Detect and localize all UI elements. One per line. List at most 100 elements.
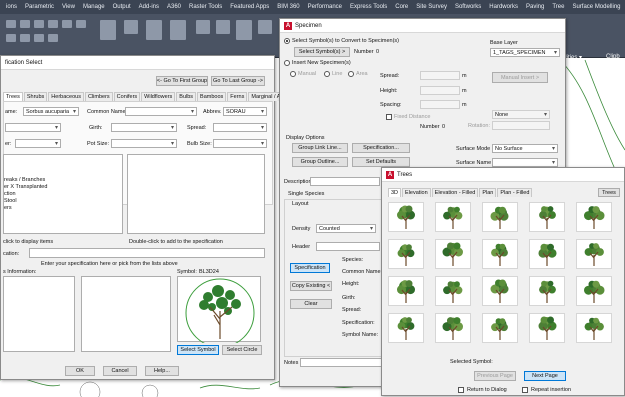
height-input[interactable] (420, 86, 460, 95)
tab-bamboos[interactable]: Bamboos (197, 92, 227, 101)
tool-icon[interactable] (20, 20, 30, 28)
name-select[interactable]: Sorbus aucuparia (23, 107, 79, 116)
surface-mode-select[interactable]: No Surface (492, 144, 558, 153)
next-page-button[interactable]: Next Page (524, 371, 566, 381)
tree-symbol-cell[interactable] (435, 202, 471, 232)
girth-select[interactable] (111, 123, 177, 132)
tab-plan[interactable]: Plan (479, 188, 497, 197)
tool-icon[interactable] (216, 20, 230, 34)
tree-symbol-cell[interactable] (529, 313, 565, 343)
attribute-list[interactable]: reaks / Branches er X Transplanted ction… (3, 154, 123, 234)
ribbon-tab[interactable]: Output (109, 4, 135, 10)
ribbon-tab[interactable]: Performance (304, 4, 346, 10)
tree-symbol-cell[interactable] (576, 239, 612, 269)
tool-icon[interactable] (76, 20, 86, 28)
repeat-insertion-checkbox[interactable] (522, 387, 528, 393)
tool-icon[interactable] (34, 34, 44, 42)
ribbon-tab[interactable]: Manage (79, 4, 109, 10)
manual-insert-button[interactable]: Manual Insert > (492, 72, 548, 83)
mode-area-radio[interactable] (348, 71, 354, 77)
spacing-input[interactable] (420, 100, 460, 109)
clear-button[interactable]: Clear (290, 299, 332, 309)
previous-page-button[interactable]: Previous Page (474, 371, 516, 381)
tool-icon[interactable] (124, 20, 138, 34)
list-item[interactable]: Stool (4, 198, 17, 204)
tree-symbol-cell[interactable] (388, 276, 424, 306)
insert-radio[interactable] (284, 60, 290, 66)
tree-symbol-cell[interactable] (435, 313, 471, 343)
text-tool-icon[interactable] (146, 20, 162, 40)
tab-trees[interactable]: Trees (3, 92, 23, 101)
mode-line-radio[interactable] (324, 71, 330, 77)
tab-wildflowers[interactable]: Wildflowers (141, 92, 176, 101)
ribbon-tab[interactable]: Core (391, 4, 412, 10)
abbrev-select[interactable]: SORAU (223, 107, 267, 116)
pot-size-select[interactable] (111, 139, 177, 148)
description-input[interactable] (310, 177, 380, 186)
tool-icon[interactable] (170, 20, 186, 40)
select-symbols-button[interactable]: Select Symbol(s) > (294, 47, 350, 57)
tool-icon[interactable] (100, 20, 116, 40)
fixed-distance-checkbox[interactable] (386, 114, 392, 120)
bulb-size-select[interactable] (213, 139, 267, 148)
tab-climbers[interactable]: Climbers (84, 92, 113, 101)
spread-select[interactable] (213, 123, 267, 132)
tab-ferns[interactable]: Ferns (227, 92, 248, 101)
tool-icon[interactable] (34, 20, 44, 28)
ribbon-tab[interactable]: Site Survey (412, 4, 451, 10)
ribbon-tab[interactable]: Tree (548, 4, 568, 10)
tab-herbaceous[interactable]: Herbaceous (48, 92, 84, 101)
rotation-input[interactable] (492, 121, 550, 130)
notes-input[interactable] (300, 358, 382, 367)
tree-symbol-cell[interactable] (529, 239, 565, 269)
copy-existing-button[interactable]: Copy Existing < (290, 281, 332, 291)
ribbon-tab[interactable]: Paving (522, 4, 548, 10)
tree-symbol-cell[interactable] (529, 202, 565, 232)
tab-shrubs[interactable]: Shrubs (23, 92, 48, 101)
tab-3d[interactable]: 3D (388, 188, 402, 197)
return-to-dialog-checkbox[interactable] (458, 387, 464, 393)
ribbon-tab[interactable]: Add-ins (135, 4, 163, 10)
tree-symbol-cell[interactable] (576, 202, 612, 232)
information-box-1[interactable] (3, 276, 75, 352)
items-list[interactable] (127, 154, 265, 234)
select-circle-button[interactable]: Select Circle (222, 345, 262, 355)
tool-icon[interactable] (20, 34, 30, 42)
specification-button[interactable]: Specification... (352, 143, 410, 153)
mode-manual-radio[interactable] (290, 71, 296, 77)
ribbon-tab[interactable]: ions (2, 4, 21, 10)
surface-name-select[interactable] (492, 158, 558, 167)
tab-conifers[interactable]: Conifers (113, 92, 141, 101)
tab-elevation[interactable]: Elevation (402, 188, 431, 197)
specification-input[interactable] (29, 248, 265, 258)
tab-elevation-filled[interactable]: Elevation - Filled (431, 188, 479, 197)
list-item[interactable]: reaks / Branches (4, 177, 45, 183)
ribbon-tab[interactable]: Parametric (21, 4, 58, 10)
ribbon-tab[interactable]: Express Tools (346, 4, 391, 10)
ribbon-tab[interactable]: BIM 360 (273, 4, 303, 10)
tree-symbol-cell[interactable] (529, 276, 565, 306)
tree-symbol-cell[interactable] (435, 276, 471, 306)
tool-icon[interactable] (196, 20, 210, 34)
convert-radio[interactable] (284, 38, 290, 44)
tree-symbol-cell[interactable] (576, 276, 612, 306)
row3-select[interactable] (15, 139, 61, 148)
ribbon-tab[interactable]: Hardworks (485, 4, 522, 10)
group-link-line-button[interactable]: Group Link Line... (292, 143, 348, 153)
ribbon-tab[interactable]: Featured Apps (226, 4, 273, 10)
density-select[interactable]: Counted (316, 224, 376, 233)
trees-library-button[interactable]: Trees (598, 188, 620, 197)
cancel-button[interactable]: Cancel (103, 366, 137, 376)
tree-symbol-cell[interactable] (482, 313, 518, 343)
tool-icon[interactable] (6, 34, 16, 42)
list-item[interactable]: er X Transplanted (4, 184, 47, 190)
list-item[interactable]: ction (4, 191, 16, 197)
ribbon-tab[interactable]: Raster Tools (185, 4, 226, 10)
header-input[interactable] (316, 242, 380, 251)
select-symbol-button[interactable]: Select Symbol (177, 345, 219, 355)
base-layer-select[interactable]: 1_TAGS_SPECIMEN (490, 48, 560, 57)
tab-bulbs[interactable]: Bulbs (176, 92, 197, 101)
tree-symbol-cell[interactable] (482, 239, 518, 269)
tree-symbol-cell[interactable] (388, 239, 424, 269)
go-to-last-group-button[interactable]: Go To Last Group -> (211, 76, 265, 86)
